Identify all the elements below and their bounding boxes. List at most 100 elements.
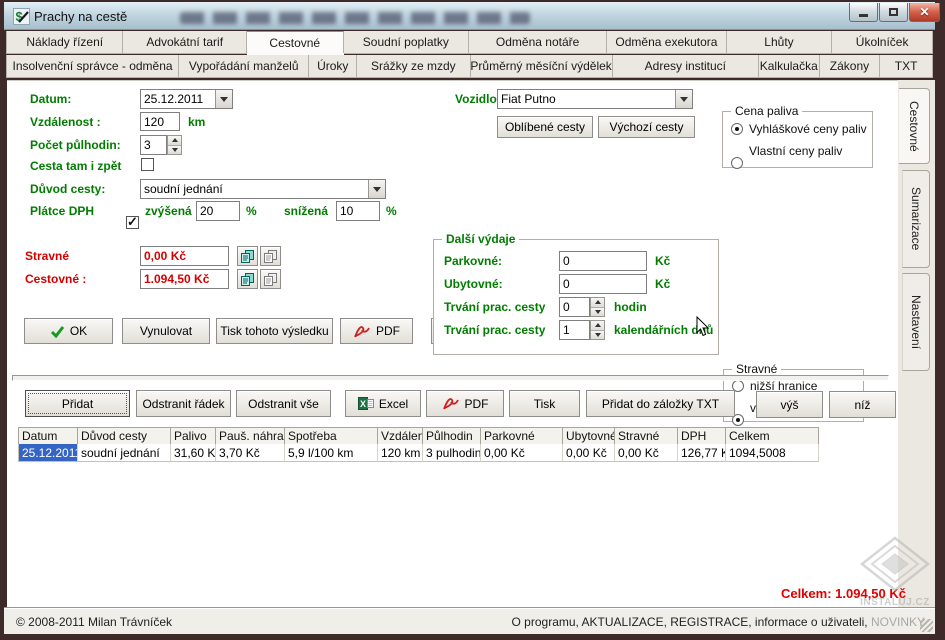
dph-checkbox[interactable] <box>126 216 139 229</box>
stepper-up-icon[interactable] <box>591 298 604 307</box>
chevron-down-icon[interactable] <box>675 90 692 108</box>
niz-button[interactable]: níž <box>829 391 896 418</box>
tab-vyporadani-manzelu[interactable]: Vypořádání manželů <box>179 55 309 77</box>
tab-insolvencni-spravce[interactable]: Insolvenční správce - odměna <box>6 55 179 77</box>
ok-button[interactable]: OK <box>24 318 113 344</box>
table-cell-celkem[interactable]: 1094,5008 <box>726 444 819 462</box>
vyhlaskove-ceny-radio[interactable] <box>731 123 743 135</box>
excel-button[interactable]: X Excel <box>345 390 421 417</box>
table-cell-datum[interactable]: 25.12.2011 <box>18 444 78 462</box>
dph-snizena-input[interactable]: 10 <box>336 201 380 221</box>
trvani-hodin-stepper[interactable] <box>590 297 605 317</box>
trvani-hodin-input[interactable]: 0 <box>559 297 590 317</box>
stepper-up-icon[interactable] <box>168 136 181 145</box>
minimize-button[interactable] <box>849 3 878 22</box>
vlastni-ceny-label: Vlastní ceny paliv <box>749 144 842 158</box>
col-header-datum: Datum <box>18 427 78 445</box>
vozidlo-combobox[interactable]: Fiat Putno <box>497 89 693 109</box>
ubytovne-input[interactable]: 0 <box>559 274 647 294</box>
side-tab-cestovne[interactable]: Cestovné <box>899 88 930 164</box>
about-links[interactable]: O programu, AKTUALIZACE, REGISTRACE, inf… <box>512 615 925 629</box>
vys-button[interactable]: výš <box>756 391 823 418</box>
tab-odmena-notare[interactable]: Odměna notáře <box>469 31 607 53</box>
table-cell-vzdalenost[interactable]: 120 km <box>378 444 423 462</box>
table-cell-dph[interactable]: 126,77 Kč <box>678 444 726 462</box>
about-links-main[interactable]: O programu, AKTUALIZACE, REGISTRACE, inf… <box>512 615 868 629</box>
tisk-button[interactable]: Tisk <box>509 390 580 417</box>
stepper-down-icon[interactable] <box>591 330 604 340</box>
tab-srazky-ze-mzdy[interactable]: Srážky ze mzdy <box>357 55 470 77</box>
pridat-button[interactable]: Přidat <box>25 390 130 417</box>
stravne-result[interactable]: 0,00 Kč <box>140 246 229 266</box>
grand-total-value: 1.094,50 Kč <box>835 586 906 601</box>
tab-adresy-instituci[interactable]: Adresy institucí <box>613 55 759 77</box>
tab-odmena-exekutora[interactable]: Odměna exekutora <box>607 31 726 53</box>
stepper-up-icon[interactable] <box>591 321 604 330</box>
titlebar[interactable]: $ Prachy na cestě ✕ <box>4 2 935 30</box>
parkovne-input[interactable]: 0 <box>559 251 647 271</box>
tab-uroky[interactable]: Úroky <box>309 55 357 77</box>
stravne-label: Stravné <box>25 249 69 263</box>
table-cell-spotreba[interactable]: 5,9 l/100 km <box>285 444 378 462</box>
col-header-duvod: Důvod cesty <box>78 427 171 445</box>
cesta-checkbox[interactable] <box>141 158 154 171</box>
datum-combobox[interactable]: 25.12.2011 <box>140 89 233 109</box>
vlastni-ceny-radio[interactable] <box>731 157 743 169</box>
chevron-down-icon[interactable] <box>215 90 232 108</box>
col-header-vzdalenost: Vzdáleno <box>378 427 423 445</box>
pdf-button[interactable]: PDF <box>340 318 413 344</box>
trvani-dnu-stepper[interactable] <box>590 320 605 340</box>
tab-cestovne[interactable]: Cestovné <box>247 31 344 53</box>
tab-advokatni-tarif[interactable]: Advokátní tarif <box>123 31 246 53</box>
side-tab-sumarizace[interactable]: Sumarizace <box>902 170 930 268</box>
statusbar: © 2008-2011 Milan Trávníček O programu, … <box>4 608 935 634</box>
table-cell-stravne[interactable]: 0,00 Kč <box>615 444 678 462</box>
pdf-icon <box>353 324 371 339</box>
tab-kalkulacka[interactable]: Kalkulačka <box>759 55 820 77</box>
table-cell-paus[interactable]: 3,70 Kč <box>216 444 285 462</box>
tab-soudni-poplatky[interactable]: Soudní poplatky <box>344 31 469 53</box>
vychozi-cesty-button[interactable]: Výchozí cesty <box>598 116 695 138</box>
stepper-down-icon[interactable] <box>168 145 181 155</box>
close-button[interactable]: ✕ <box>909 3 940 22</box>
duvod-combobox[interactable]: soudní jednání <box>140 179 386 199</box>
odstranit-vse-button[interactable]: Odstranit vše <box>236 390 331 417</box>
tab-row-1: Náklady řízení Advokátní tarif Cestovné … <box>6 31 933 54</box>
cestovne-result[interactable]: 1.094,50 Kč <box>140 269 229 289</box>
stravne-copy-plain-button[interactable] <box>260 246 281 266</box>
chevron-down-icon[interactable] <box>368 180 385 198</box>
side-tab-nastaveni[interactable]: Nastavení <box>902 273 930 371</box>
vynulovat-button[interactable]: Vynulovat <box>122 318 210 344</box>
resize-grip[interactable] <box>920 619 933 632</box>
odstranit-radek-button[interactable]: Odstranit řádek <box>136 390 231 417</box>
maximize-button[interactable] <box>879 3 908 22</box>
pulhodin-stepper[interactable] <box>167 135 182 155</box>
dph-zvysena-input[interactable]: 20 <box>196 201 240 221</box>
tisk-vysledku-button[interactable]: Tisk tohoto výsledku <box>216 318 333 344</box>
tab-ukolnicek[interactable]: Úkolníček <box>832 31 933 53</box>
stepper-down-icon[interactable] <box>591 307 604 317</box>
pdf-export-button[interactable]: PDF <box>426 390 504 417</box>
cestovne-copy-plain-button[interactable] <box>260 269 281 289</box>
tab-prumerny-vydelek[interactable]: Průměrný měsíční výdělek <box>471 55 613 77</box>
about-links-novinky[interactable]: NOVINKY <box>871 615 925 629</box>
col-header-pulhodin: Půlhodin <box>423 427 481 445</box>
cestovne-copy-button[interactable] <box>237 269 258 289</box>
table-cell-palivo[interactable]: 31,60 Kč <box>171 444 216 462</box>
pulhodin-input[interactable]: 3 <box>140 135 167 155</box>
stravne-copy-button[interactable] <box>237 246 258 266</box>
table-cell-parkovne[interactable]: 0,00 Kč <box>481 444 563 462</box>
vzdalenost-input[interactable]: 120 <box>140 112 180 131</box>
maximize-icon <box>889 8 898 16</box>
trvani-dnu-input[interactable]: 1 <box>559 320 590 340</box>
check-icon <box>50 325 65 338</box>
tab-lhuty[interactable]: Lhůty <box>727 31 833 53</box>
oblibene-cesty-button[interactable]: Oblíbené cesty <box>497 116 593 138</box>
table-cell-ubytovne[interactable]: 0,00 Kč <box>563 444 615 462</box>
table-cell-duvod[interactable]: soudní jednání <box>78 444 171 462</box>
tab-txt[interactable]: TXT <box>880 55 933 77</box>
tab-naklady-rizeni[interactable]: Náklady řízení <box>6 31 123 53</box>
table-cell-pulhodin[interactable]: 3 pulhodin <box>423 444 481 462</box>
tab-zakony[interactable]: Zákony <box>820 55 881 77</box>
pridat-do-zalozky-txt-button[interactable]: Přidat do záložky TXT <box>586 390 735 417</box>
